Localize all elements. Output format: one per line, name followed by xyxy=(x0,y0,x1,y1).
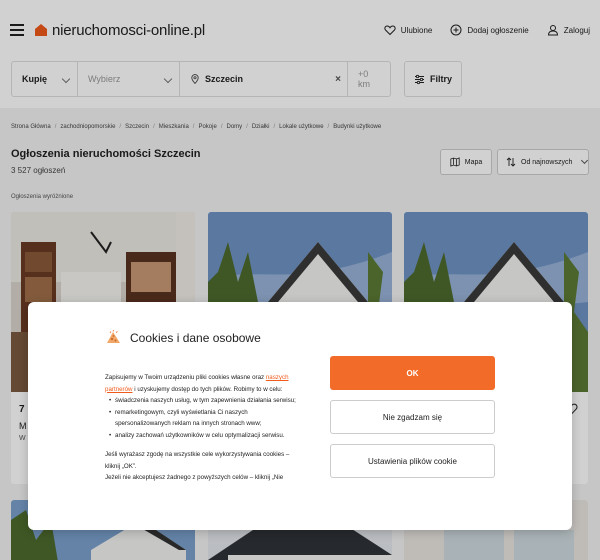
list-item: remarketingowym, czyli wyświetlania Ci n… xyxy=(109,407,305,430)
cookie-dialog-title: Cookies i dane osobowe xyxy=(130,330,261,345)
cookie-consent-text: Jeśli wyrażasz zgodę na wszystkie cele w… xyxy=(105,451,290,470)
cookie-intro-text-end: i uzyskujemy dostęp do tych plików. Robi… xyxy=(132,385,283,393)
cookie-dialog-header: Cookies i dane osobowe xyxy=(105,329,261,346)
cookie-dialog-text: Zapisujemy w Twoim urządzeniu pliki cook… xyxy=(105,372,305,502)
list-item: analizy zachowań użytkowników w celu opt… xyxy=(109,430,305,442)
cookie-reject-text: Jeżeli nie akceptujesz żadnego z powyższ… xyxy=(105,474,284,481)
cookie-settings-button[interactable]: Ustawienia plików cookie xyxy=(330,444,495,478)
cookie-icon xyxy=(107,329,120,343)
accept-cookies-button[interactable]: OK xyxy=(330,356,495,390)
cookie-intro-text: Zapisujemy w Twoim urządzeniu pliki cook… xyxy=(105,374,266,381)
cookie-consent-dialog: Cookies i dane osobowe Zapisujemy w Twoi… xyxy=(28,302,572,530)
cookie-purposes-list: świadczenia naszych usług, w tym zapewni… xyxy=(105,395,305,441)
reject-cookies-button[interactable]: Nie zgadzam się xyxy=(330,400,495,434)
list-item: świadczenia naszych usług, w tym zapewni… xyxy=(109,395,305,407)
